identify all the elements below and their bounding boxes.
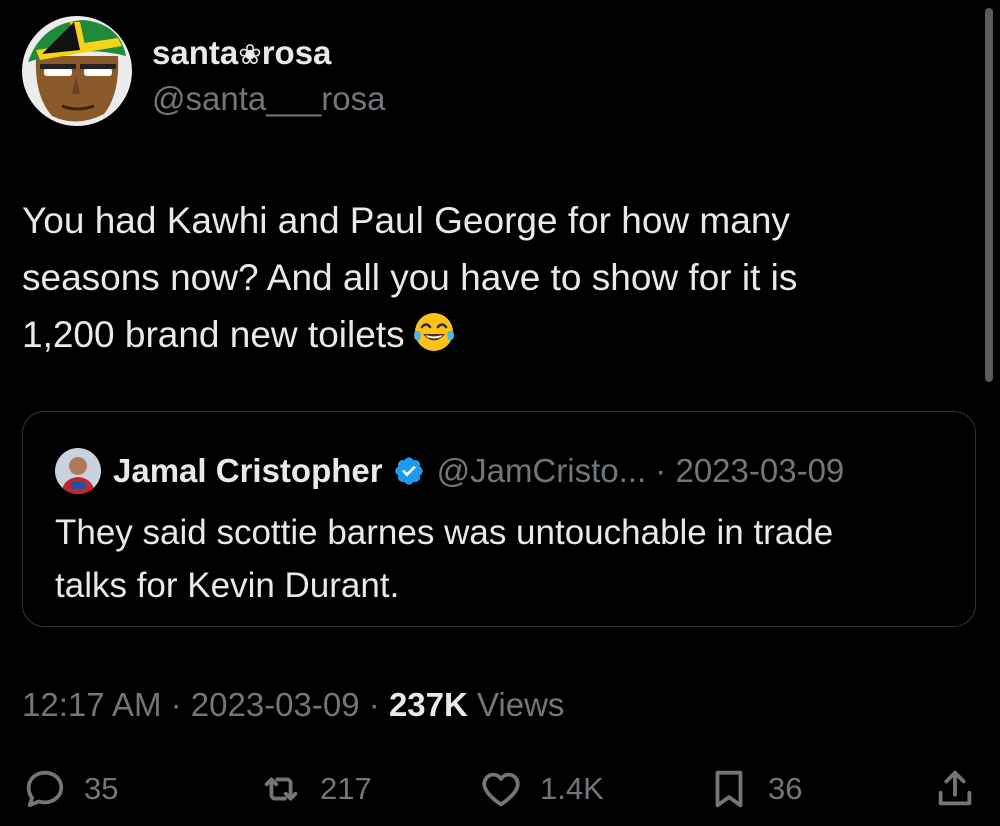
action-bar: 35 217 1.4K 36 xyxy=(22,766,982,816)
retweet-icon xyxy=(258,766,304,812)
quoted-author-name[interactable]: Jamal Cristopher xyxy=(113,452,383,490)
share-icon xyxy=(932,766,978,812)
bookmark-count: 36 xyxy=(768,771,803,806)
tweet-text-line: You had Kawhi and Paul George for how ma… xyxy=(22,200,790,241)
quoted-tweet-text: They said scottie barnes was untouchable… xyxy=(55,506,955,612)
like-button[interactable]: 1.4K xyxy=(478,766,604,812)
bookmark-icon xyxy=(706,766,752,812)
quoted-tweet-header: Jamal Cristopher @JamCristo... · 2023-03… xyxy=(55,448,844,494)
retweet-button[interactable]: 217 xyxy=(258,766,372,812)
quoted-author-handle[interactable]: @JamCristo... xyxy=(437,452,647,489)
author-names: santa❀rosa @santa___rosa xyxy=(152,34,385,120)
person-photo-avatar-icon xyxy=(55,448,101,494)
quoted-meta: @JamCristo... · 2023-03-09 xyxy=(437,452,845,490)
views-label: Views xyxy=(477,686,565,723)
tweet-date[interactable]: 2023-03-09 xyxy=(191,686,360,723)
quoted-text-line: talks for Kevin Durant. xyxy=(55,566,400,605)
quoted-date[interactable]: 2023-03-09 xyxy=(675,452,844,489)
face-with-tears-of-joy-icon xyxy=(413,311,455,369)
like-count: 1.4K xyxy=(540,771,604,806)
reply-icon xyxy=(22,766,68,812)
author-handle[interactable]: @santa___rosa xyxy=(152,78,385,120)
author-display-name[interactable]: santa❀rosa xyxy=(152,34,385,74)
author-avatar[interactable] xyxy=(22,16,132,126)
quoted-author-avatar[interactable] xyxy=(55,448,101,494)
quoted-text-line: They said scottie barnes was untouchable… xyxy=(55,513,834,552)
share-button[interactable] xyxy=(932,766,978,812)
retweet-count: 217 xyxy=(320,771,372,806)
tweet-meta: 12:17 AM · 2023-03-09 · 237K Views xyxy=(22,686,564,724)
quoted-tweet[interactable]: Jamal Cristopher @JamCristo... · 2023-03… xyxy=(22,411,976,627)
separator-dot: · xyxy=(170,686,182,723)
tweet-text-line-content: 1,200 brand new toilets xyxy=(22,314,405,355)
reply-count: 35 xyxy=(84,771,119,806)
tweet-text: You had Kawhi and Paul George for how ma… xyxy=(22,192,962,369)
heart-icon xyxy=(478,766,524,812)
display-name-part2: rosa xyxy=(261,34,332,71)
tweet-text-line-last: 1,200 brand new toilets xyxy=(22,306,962,369)
flower-glyph: ❀ xyxy=(238,39,262,70)
scrollbar[interactable] xyxy=(985,8,993,382)
bookmark-button[interactable]: 36 xyxy=(706,766,802,812)
verified-badge-icon xyxy=(393,455,425,487)
tweet-time[interactable]: 12:17 AM xyxy=(22,686,161,723)
tweet-text-line: seasons now? And all you have to show fo… xyxy=(22,257,798,298)
separator-dot: · xyxy=(655,452,667,489)
separator-dot: · xyxy=(368,686,380,723)
reply-button[interactable]: 35 xyxy=(22,766,118,812)
tweet-header: santa❀rosa @santa___rosa xyxy=(22,16,385,128)
views-count[interactable]: 237K xyxy=(389,686,468,723)
pirate-bandana-avatar-icon xyxy=(22,16,132,126)
display-name-part1: santa xyxy=(152,34,239,71)
